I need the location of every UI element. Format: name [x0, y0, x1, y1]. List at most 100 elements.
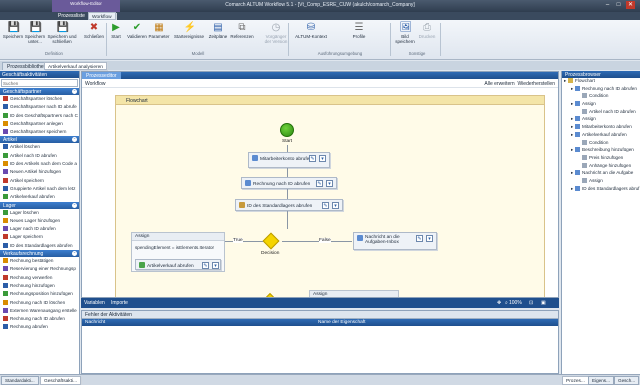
- toolbox-category[interactable]: Lager ⌃: [0, 201, 79, 209]
- maximize-button[interactable]: □: [614, 1, 623, 9]
- edit-icon[interactable]: ✎: [316, 180, 323, 187]
- assign-sequence[interactable]: Assign spendingElement = isElements.Iter…: [131, 232, 225, 272]
- ribbon-button-1[interactable]: 💾 Speichern unter...: [24, 22, 46, 44]
- variables-tab[interactable]: Variablen: [84, 300, 105, 306]
- edit-icon[interactable]: ✎: [322, 202, 329, 209]
- overview-icon[interactable]: ▣: [541, 300, 546, 306]
- toolbox-category[interactable]: Verkaufsrechnung ⌃: [0, 250, 79, 258]
- tree-node[interactable]: ▸ ID des Standardlagers abruf: [562, 185, 640, 194]
- toolbox-item[interactable]: Artikelverkauf abrufen: [0, 193, 79, 201]
- tab-prozessliste[interactable]: Prozessliste: [52, 12, 91, 20]
- toolbox-item[interactable]: Artikel nach ID abrufen: [0, 152, 79, 160]
- ribbon-button-11[interactable]: ⛁ ALTUM-Kontext: [294, 22, 328, 39]
- tree-node[interactable]: ▸ Assign: [562, 101, 640, 109]
- dropdown-icon[interactable]: ▾: [212, 262, 219, 269]
- pan-icon[interactable]: ✥: [497, 300, 501, 306]
- toolbox-search-input[interactable]: Suchen: [1, 79, 78, 87]
- dropdown-icon[interactable]: ▾: [426, 235, 433, 242]
- fit-icon[interactable]: ⊡: [529, 300, 533, 306]
- ribbon-button-7[interactable]: ⚡ Startereignisse: [174, 22, 204, 39]
- tab-process-browser[interactable]: Prozes...: [562, 376, 589, 385]
- edit-icon[interactable]: ✎: [202, 262, 209, 269]
- toolbox-category[interactable]: Artikel ⌃: [0, 136, 79, 144]
- ribbon-button-0[interactable]: 💾 Speichern: [2, 22, 24, 39]
- toolbox-item[interactable]: ID des Artikels nach dem Code a: [0, 160, 79, 168]
- tree-node[interactable]: Anhänge hinzufügen: [562, 162, 640, 171]
- collapse-icon[interactable]: ⌃: [72, 89, 77, 94]
- toolbox-item[interactable]: Artikel speichern: [0, 177, 79, 185]
- toolbox-item[interactable]: Neuen Artikel hinzufügen: [0, 168, 79, 176]
- tree-node[interactable]: ▸ Mitarbeiterkonto abrufen: [562, 124, 640, 132]
- ribbon-button-5[interactable]: ✔ Validieren: [126, 22, 148, 39]
- ribbon-button-4[interactable]: ▶ Start: [108, 22, 124, 39]
- expand-all-link[interactable]: Alle erweitern: [484, 81, 514, 87]
- assign-sequence-2[interactable]: Assign: [309, 290, 399, 297]
- tab-business-activities[interactable]: Geschäftsakti...: [40, 376, 82, 385]
- tree-node[interactable]: ▸ Artikelverkauf abrufen: [562, 131, 640, 140]
- toolbox-item[interactable]: Rechnung bestätigen: [0, 257, 79, 265]
- tab-standard-activities[interactable]: Standardakti...: [1, 376, 39, 385]
- tree-node[interactable]: ▸ Beschreibung hinzufügen: [562, 147, 640, 155]
- tree-node[interactable]: ▸ Nachricht an die Aufgabe: [562, 170, 640, 178]
- imports-tab[interactable]: Importe: [111, 300, 128, 306]
- toolbox-item[interactable]: Rechnung nach ID abrufen: [0, 315, 79, 323]
- activity-default-warehouse[interactable]: ID des Standardlagers abrufen ✎ ▾: [235, 199, 343, 211]
- collapse-icon[interactable]: ⌃: [72, 251, 77, 257]
- toolbox-item[interactable]: ID des Standardlagers abrufen: [0, 242, 79, 250]
- toolbox-item[interactable]: ID des Geschäftspartners nach C: [0, 112, 79, 120]
- close-window-button[interactable]: ✕: [626, 1, 635, 9]
- collapse-icon[interactable]: ⌃: [72, 202, 77, 208]
- edit-icon[interactable]: ✎: [309, 155, 316, 162]
- minimize-button[interactable]: –: [603, 1, 612, 9]
- tree-node[interactable]: ▸ Rechnung nach ID abrufen: [562, 85, 640, 94]
- toolbox-category[interactable]: Geschäftspartner ⌃: [0, 88, 79, 95]
- toolbox-item[interactable]: Rechnungsposition hinzufügen: [0, 290, 79, 298]
- toolbox-item[interactable]: Rechnung verwerfen: [0, 274, 79, 282]
- ribbon-button-6[interactable]: ▦ Parameter: [148, 22, 170, 39]
- tree-node[interactable]: ▸ Assign: [562, 116, 640, 124]
- ribbon-button-2[interactable]: 💾 Speichern und schließen: [46, 22, 78, 44]
- toolbox-item[interactable]: Rechnung abrufen: [0, 323, 79, 331]
- ribbon-button-3[interactable]: ✖ Schließen: [84, 22, 104, 39]
- toolbox-item[interactable]: Externen Warenausgang erstelle: [0, 307, 79, 315]
- tree-node[interactable]: Assign: [562, 177, 640, 186]
- tree-node[interactable]: ▸ Flowchart: [562, 78, 640, 86]
- ribbon-button-12[interactable]: ☰ Profile: [348, 22, 370, 39]
- designer-tab[interactable]: Prozesseditor: [82, 72, 121, 79]
- dropdown-icon[interactable]: ▾: [326, 180, 333, 187]
- toolbox-item[interactable]: Lager löschen: [0, 209, 79, 217]
- tree-node[interactable]: Artikel nach ID abrufen: [562, 108, 640, 117]
- toolbox-item[interactable]: Neues Lager hinzufügen: [0, 217, 79, 225]
- ribbon-button-8[interactable]: ▤ Zeitpläne: [208, 22, 228, 39]
- toolbox-item[interactable]: Lager nach ID abrufen: [0, 225, 79, 233]
- tree-node[interactable]: Condition: [562, 139, 640, 148]
- ribbon-button-10[interactable]: ◷ Vorgänger der Version: [262, 22, 290, 44]
- activity-employee-account[interactable]: Mitarbeiterkonto abrufen ✎ ▾: [248, 152, 330, 168]
- toolbox-item[interactable]: Geschäftspartner löschen: [0, 95, 79, 103]
- assign-expression[interactable]: spendingElement = isElements.Iterator: [135, 245, 214, 250]
- ribbon-button-13[interactable]: 🖼 Bild speichern: [394, 22, 416, 44]
- start-node[interactable]: [280, 123, 294, 137]
- ribbon-button-14[interactable]: ⎙ Drucken: [416, 22, 438, 39]
- activity-article-sales[interactable]: Artikelverkauf abrufen ✎ ▾: [135, 259, 221, 270]
- toolbox-item[interactable]: Lager speichern: [0, 233, 79, 241]
- tree-node[interactable]: Condition: [562, 93, 640, 101]
- tree-node[interactable]: Preis hinzufügen: [562, 154, 640, 163]
- search-icon[interactable]: ⌕: [505, 300, 508, 306]
- activity-task-inbox-message[interactable]: Nachricht an die Aufgaben-Inbox ✎ ▾: [353, 232, 437, 250]
- toolbox-item[interactable]: Gruppierte Artikel nach dem letz: [0, 185, 79, 193]
- tab-workflow[interactable]: Workflow: [88, 12, 116, 20]
- collapse-icon[interactable]: ⌃: [72, 137, 77, 143]
- workflow-canvas[interactable]: Flowchart Start Mitarbeiterkonto abrufen…: [85, 89, 557, 297]
- restore-all-link[interactable]: Wiederherstellen: [517, 81, 555, 87]
- dropdown-icon[interactable]: ▾: [332, 202, 339, 209]
- breadcrumb[interactable]: Workflow: [85, 81, 105, 87]
- activity-invoice-by-id[interactable]: Rechnung nach ID abrufen ✎ ▾: [241, 177, 337, 189]
- ribbon-button-9[interactable]: ⧉ Referenzen: [230, 22, 254, 39]
- toolbox-item[interactable]: Rechnung nach ID löschen: [0, 299, 79, 307]
- toolbox-item[interactable]: Geschäftspartner speichern: [0, 128, 79, 136]
- toolbox-item[interactable]: Reservierung einer Rechnungsp: [0, 265, 79, 273]
- toolbox-item[interactable]: Geschäftspartner anlegen: [0, 120, 79, 128]
- toolbox-item[interactable]: Artikel löschen: [0, 143, 79, 151]
- tab-business[interactable]: Gesch...: [614, 376, 640, 385]
